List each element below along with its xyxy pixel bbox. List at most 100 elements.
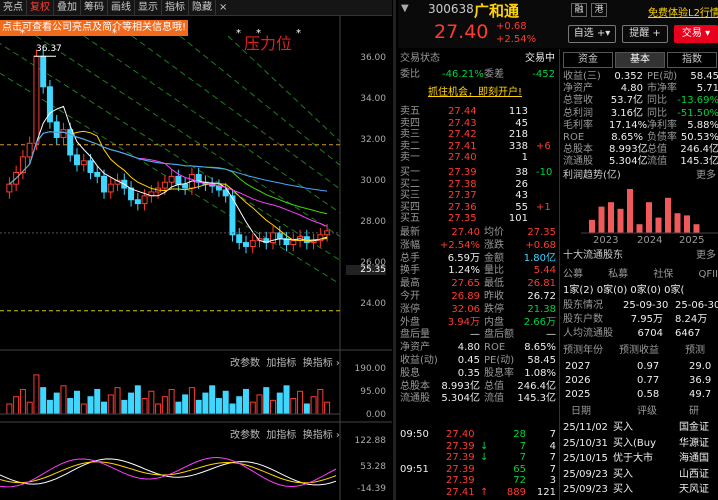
bid-row-price[interactable]: 27.37 [448, 190, 477, 202]
candle [290, 240, 297, 246]
volume-bar [6, 403, 13, 415]
bid-row-price[interactable]: 27.35 [448, 213, 477, 225]
fin-value: 3.16亿 [610, 107, 643, 119]
holders-header: 公募 私募 社保 QFII [563, 269, 718, 280]
tick-count: 121 [536, 487, 556, 498]
fin-label: ROE [563, 132, 585, 143]
tab-basic[interactable]: 基本 [615, 52, 665, 68]
more-icon[interactable]: ▼ [401, 3, 409, 14]
hk-connect-badge[interactable]: 港 [591, 3, 607, 17]
fin-value: 145.3亿 [680, 156, 718, 168]
volume-bar [290, 398, 297, 415]
holder-info-label: 人均流通股 [563, 328, 613, 339]
add-watchlist-button[interactable]: 自选 +▾ [568, 25, 616, 43]
remind-button[interactable]: 提醒 + [622, 25, 668, 43]
volume-bar [256, 394, 263, 415]
fin-label: 流值 [647, 156, 667, 168]
rating-grade: 买入 [613, 468, 633, 480]
rating-date: 25/09/23 [563, 468, 608, 480]
rating-broker[interactable]: 海通国 [679, 453, 709, 465]
arrow-icon[interactable]: › [336, 430, 340, 441]
rating-grade: 买入 [613, 422, 633, 433]
volume-bar [188, 387, 195, 415]
bid-row-price[interactable]: 27.38 [448, 179, 477, 191]
volume-bar [263, 387, 270, 415]
bid-row-price[interactable]: 27.36 [448, 202, 477, 214]
close-icon[interactable]: × [216, 0, 230, 16]
fin-label: 总利润 [563, 107, 593, 119]
bid-row-price[interactable]: 27.39 [448, 167, 477, 179]
tab-index[interactable]: 指数 [667, 52, 717, 68]
bid-row-delta: +1 [536, 201, 551, 213]
margin-badge[interactable]: 融 [571, 3, 587, 17]
free-l2-link[interactable]: 免费体验L2行情 [648, 4, 718, 19]
ask-row-price[interactable]: 27.44 [448, 106, 477, 118]
open-account-banner[interactable]: 抓住机会，即刻开户! [428, 87, 522, 99]
tick-arrow-icon: ↓ [480, 440, 489, 452]
volume-bar [222, 390, 229, 415]
ind-edit-params[interactable]: 改参数 [230, 430, 260, 441]
tab-funds[interactable]: 资金 [563, 52, 613, 68]
ask-row-label: 卖二 [400, 140, 420, 152]
event-star-icon: * [20, 28, 25, 39]
y-tick: 28.00 [360, 217, 386, 227]
ask-row-price[interactable]: 27.42 [448, 129, 477, 141]
ask-row-price[interactable]: 27.43 [448, 118, 477, 130]
toolbar-draw[interactable]: 画线 [108, 0, 135, 16]
ask-row-price[interactable]: 27.40 [448, 152, 477, 164]
bid-row-volume: 43 [515, 190, 528, 201]
profit-bar [674, 213, 681, 233]
bid-row-label: 买三 [400, 190, 420, 201]
vol-add-indicator[interactable]: 加指标 [266, 358, 296, 369]
rating-broker[interactable]: 山西证 [679, 469, 709, 481]
volume-bar [276, 392, 283, 415]
stat-value: — [470, 329, 480, 341]
fin-label: PE(动) [647, 71, 678, 82]
profit-bar [617, 208, 624, 233]
rating-grade: 买入 [613, 484, 633, 495]
forecast-eps: 0.58 [637, 389, 660, 400]
stat-value: 2.66万 [523, 316, 556, 328]
fin-value: 5.88% [687, 119, 718, 131]
vol-edit-params[interactable]: 改参数 [230, 358, 260, 369]
rating-broker[interactable]: 天风证 [679, 484, 709, 496]
ind-add-indicator[interactable]: 加指标 [266, 430, 296, 441]
stat-value: 1.08% [524, 367, 556, 379]
stat-value: 4.80 [457, 342, 480, 354]
toolbar-display[interactable]: 显示 [135, 0, 162, 16]
year-label: 2025 [679, 235, 705, 246]
volume-bar [33, 374, 40, 415]
trade-button[interactable]: 交易 ▾ [674, 25, 718, 43]
holders-more-link[interactable]: 更多 [696, 250, 716, 262]
panel-splitter[interactable] [393, 0, 396, 500]
fin-value: 246.4亿 [680, 144, 718, 156]
profit-bar [627, 189, 633, 233]
ask-row-price[interactable]: 27.41 [448, 141, 477, 153]
profit-more-link[interactable]: 更多 [696, 170, 716, 182]
stat-label: 总值 [484, 380, 504, 392]
forecast-head: 预测 [685, 345, 705, 356]
stat-label: 最低 [484, 278, 504, 290]
toolbar-fuquan[interactable]: 复权 [27, 0, 54, 16]
holder-info-label: 股东情况 [563, 300, 603, 311]
toolbar-overlay[interactable]: 叠加 [54, 0, 81, 16]
toolbar-indicator[interactable]: 指标 [162, 0, 189, 16]
volume-bar [80, 403, 87, 415]
rating-broker[interactable]: 国金证 [679, 422, 709, 434]
candle [168, 175, 175, 183]
volume-bar [134, 385, 141, 415]
holders-title: 十大流通股东 [563, 250, 623, 261]
toolbar-hide[interactable]: 隐藏 [189, 0, 216, 16]
arrow-icon[interactable]: › [336, 358, 340, 369]
vol-switch-indicator[interactable]: 换指标 [303, 358, 333, 369]
toolbar-highlights[interactable]: 亮点 [0, 0, 27, 16]
fin-label: 负债率 [647, 132, 677, 143]
ind-switch-indicator[interactable]: 换指标 [303, 430, 333, 441]
rating-broker[interactable]: 华源证 [679, 438, 709, 450]
volume-bar [148, 390, 155, 415]
volume-bar [40, 387, 47, 415]
stat-value: 246.4亿 [517, 380, 556, 392]
toolbar-chips[interactable]: 筹码 [81, 0, 108, 16]
fin-label: 毛利率 [563, 119, 593, 131]
rating-head: 研 [689, 406, 699, 417]
